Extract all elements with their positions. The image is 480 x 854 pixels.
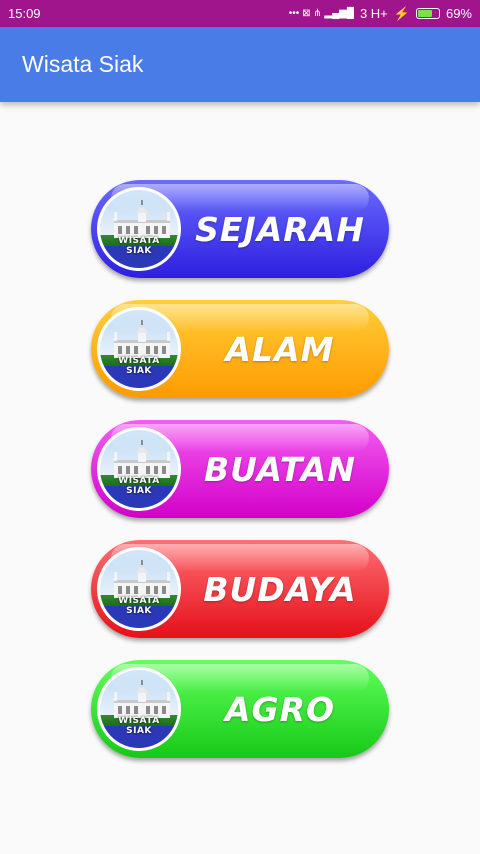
category-button-agro[interactable]: WISATA SIAK AGRO <box>91 660 389 758</box>
logo-text-line1: WISATA <box>118 476 160 486</box>
signal-icons: ••• ⊠ ⋔ ▂▄▆█ <box>288 8 354 19</box>
logo-text-line2: SIAK <box>126 726 152 736</box>
mosque-icon <box>114 440 170 478</box>
logo-text-line2: SIAK <box>126 366 152 376</box>
battery-percent: 69% <box>445 6 472 21</box>
logo-text-line1: WISATA <box>118 236 160 246</box>
logo-text: WISATA SIAK <box>100 476 178 496</box>
logo-text-line1: WISATA <box>118 716 160 726</box>
wisata-siak-logo: WISATA SIAK <box>97 427 181 511</box>
logo-text-line2: SIAK <box>126 486 152 496</box>
status-icons: ••• ⊠ ⋔ ▂▄▆█ 3 H+ ⚡ 69% <box>289 6 472 22</box>
logo-text: WISATA SIAK <box>100 236 178 256</box>
wisata-siak-logo: WISATA SIAK <box>97 307 181 391</box>
status-bar: 15:09 ••• ⊠ ⋔ ▂▄▆█ 3 H+ ⚡ 69% <box>0 0 480 27</box>
category-menu: WISATA SIAK SEJARAH WISATA SIAK ALAM WIS… <box>91 180 389 780</box>
app-bar: Wisata Siak <box>0 27 480 102</box>
mosque-icon <box>114 200 170 238</box>
battery-fill <box>417 10 432 17</box>
mosque-icon <box>114 560 170 598</box>
category-button-buatan[interactable]: WISATA SIAK BUATAN <box>91 420 389 518</box>
status-time: 15:09 <box>8 6 41 21</box>
category-label: BUATAN <box>204 449 356 489</box>
logo-text-line2: SIAK <box>126 246 152 256</box>
logo-text: WISATA SIAK <box>100 596 178 616</box>
wisata-siak-logo: WISATA SIAK <box>97 667 181 751</box>
app-title: Wisata Siak <box>22 51 144 77</box>
category-button-budaya[interactable]: WISATA SIAK BUDAYA <box>91 540 389 638</box>
category-button-alam[interactable]: WISATA SIAK ALAM <box>91 300 389 398</box>
logo-text-line2: SIAK <box>126 606 152 616</box>
wisata-siak-logo: WISATA SIAK <box>97 547 181 631</box>
category-button-sejarah[interactable]: WISATA SIAK SEJARAH <box>91 180 389 278</box>
logo-text-line1: WISATA <box>118 596 160 606</box>
category-label: AGRO <box>224 689 336 729</box>
category-label: ALAM <box>225 329 335 369</box>
mosque-icon <box>114 320 170 358</box>
wisata-siak-logo: WISATA SIAK <box>97 187 181 271</box>
mosque-icon <box>114 680 170 718</box>
battery-icon <box>415 8 440 19</box>
charging-icon: ⚡ <box>393 5 410 21</box>
logo-text-line1: WISATA <box>118 356 160 366</box>
category-label: BUDAYA <box>203 569 357 609</box>
category-label: SEJARAH <box>195 209 365 249</box>
logo-text: WISATA SIAK <box>100 356 178 376</box>
logo-text: WISATA SIAK <box>100 716 178 736</box>
network-type: 3 H+ <box>359 6 388 21</box>
